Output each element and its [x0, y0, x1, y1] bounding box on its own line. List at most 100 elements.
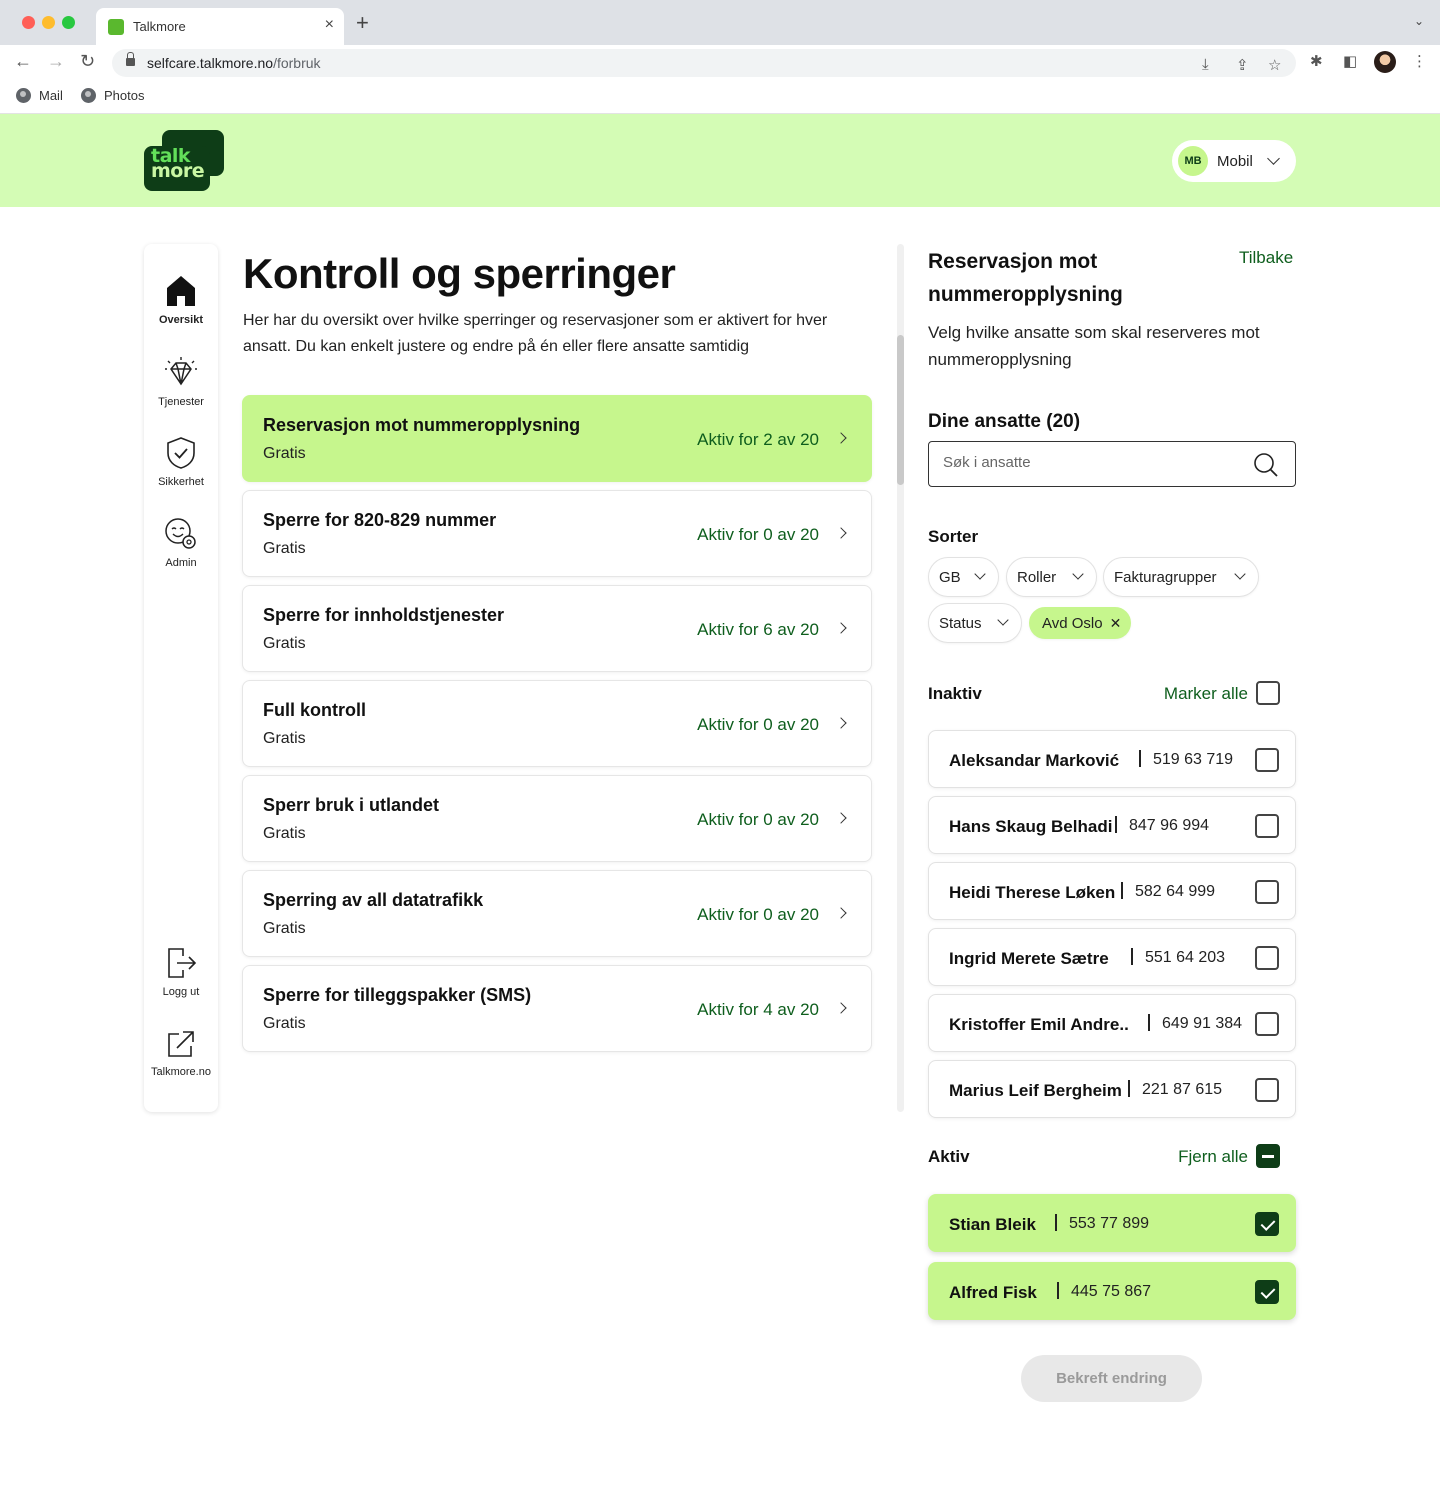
employee-checkbox[interactable]	[1255, 1012, 1279, 1036]
scrollbar-thumb[interactable]	[897, 335, 904, 485]
restriction-card-820-829[interactable]: Sperre for 820-829 nummer Gratis Aktiv f…	[242, 490, 872, 577]
select-all-link[interactable]: Marker alle	[1120, 684, 1248, 704]
employee-checkbox[interactable]	[1255, 748, 1279, 772]
maximize-window-button[interactable]	[62, 16, 75, 29]
logo-text-more: more	[151, 160, 205, 182]
chevron-right-icon	[835, 717, 847, 729]
reload-icon[interactable]: ↻	[80, 51, 95, 72]
restriction-card-utlandet[interactable]: Sperr bruk i utlandet Gratis Aktiv for 0…	[242, 775, 872, 862]
employee-checkbox[interactable]	[1255, 1212, 1279, 1236]
restriction-price: Gratis	[263, 1015, 306, 1032]
filter-roller[interactable]: Roller	[1006, 557, 1097, 597]
shield-icon	[167, 437, 195, 469]
employee-phone: 553 77 899	[1069, 1215, 1150, 1232]
restriction-card-full-kontroll[interactable]: Full kontroll Gratis Aktiv for 0 av 20	[242, 680, 872, 767]
sidebar-item-label: Talkmore.no	[151, 1066, 211, 1078]
side-panel-icon[interactable]: ◧	[1343, 52, 1357, 70]
restriction-price: Gratis	[263, 635, 306, 652]
account-initials-badge: MB	[1178, 146, 1208, 176]
bookmark-label: Photos	[104, 88, 145, 103]
employee-name: Hans Skaug Belhadi	[949, 817, 1113, 836]
employee-checkbox[interactable]	[1255, 946, 1279, 970]
url-path: /forbruk	[273, 55, 321, 71]
account-switcher[interactable]: MB Mobil	[1172, 140, 1296, 182]
profile-avatar[interactable]	[1374, 51, 1396, 73]
minimize-window-button[interactable]	[42, 16, 55, 29]
new-tab-icon[interactable]: +	[356, 12, 369, 34]
filter-fakturagrupper[interactable]: Fakturagrupper	[1103, 557, 1259, 597]
sidebar-item-oversikt[interactable]: Oversikt	[144, 274, 218, 326]
restriction-status: Aktiv for 0 av 20	[697, 525, 819, 544]
tab-close-icon[interactable]: ×	[325, 16, 334, 34]
filter-status[interactable]: Status	[928, 603, 1022, 643]
chevron-down-icon	[1266, 152, 1280, 165]
separator	[1121, 882, 1123, 899]
url-text: selfcare.talkmore.no/forbruk	[147, 55, 321, 71]
employee-row[interactable]: Ingrid Merete Sætre 551 64 203	[928, 928, 1296, 986]
home-icon	[167, 276, 195, 306]
share-icon[interactable]: ⇪	[1236, 56, 1249, 74]
employee-checkbox[interactable]	[1255, 814, 1279, 838]
search-icon[interactable]	[1253, 452, 1279, 478]
employee-checkbox[interactable]	[1255, 1078, 1279, 1102]
chevron-right-icon	[835, 812, 847, 824]
back-arrow-icon[interactable]: ←	[14, 51, 32, 72]
browser-tab[interactable]: Talkmore ×	[96, 8, 344, 45]
restriction-card-tilleggspakker[interactable]: Sperre for tilleggspakker (SMS) Gratis A…	[242, 965, 872, 1052]
sidebar-item-label: Tjenester	[158, 396, 204, 408]
sidebar-item-logg-ut[interactable]: Logg ut	[144, 946, 218, 998]
back-link[interactable]: Tilbake	[1239, 248, 1293, 268]
sidebar-item-tjenester[interactable]: Tjenester	[144, 356, 218, 408]
close-window-button[interactable]	[22, 16, 35, 29]
filter-label: Status	[939, 614, 982, 632]
filter-label: GB	[939, 568, 961, 586]
restriction-card-innholdstjenester[interactable]: Sperre for innholdstjenester Gratis Akti…	[242, 585, 872, 672]
employee-checkbox[interactable]	[1255, 880, 1279, 904]
restriction-status: Aktiv for 2 av 20	[697, 430, 819, 449]
bookmark-mail[interactable]: Mail	[16, 88, 63, 103]
employee-row[interactable]: Alfred Fisk 445 75 867	[928, 1262, 1296, 1320]
install-icon[interactable]: ⤓	[1202, 56, 1209, 73]
chevron-down-icon	[974, 568, 986, 580]
remove-all-link[interactable]: Fjern alle	[1120, 1147, 1248, 1167]
page-description: Her har du oversikt over hvilke sperring…	[243, 312, 828, 355]
active-filter-avd-oslo[interactable]: Avd Oslo ✕	[1029, 607, 1131, 639]
remove-all-checkbox[interactable]	[1256, 1144, 1280, 1168]
address-bar[interactable]: selfcare.talkmore.no/forbruk ⤓ ⇪ ☆	[112, 49, 1296, 77]
bookmark-photos[interactable]: Photos	[81, 88, 144, 103]
employee-phone: 582 64 999	[1135, 883, 1216, 900]
restriction-card-reservasjon[interactable]: Reservasjon mot nummeropplysning Gratis …	[242, 395, 872, 482]
close-icon[interactable]: ✕	[1110, 615, 1122, 632]
employee-phone: 847 96 994	[1129, 817, 1210, 834]
bookmark-star-icon[interactable]: ☆	[1268, 56, 1281, 74]
sidebar-item-sikkerhet[interactable]: Sikkerhet	[144, 436, 218, 488]
separator	[1128, 1080, 1130, 1097]
talkmore-logo[interactable]: talk more	[144, 130, 224, 191]
sidebar-item-label: Admin	[165, 557, 197, 569]
chevron-right-icon	[835, 907, 847, 919]
sidebar-item-talkmore-no[interactable]: Talkmore.no	[144, 1028, 218, 1078]
chevron-down-icon	[997, 614, 1009, 626]
employee-row[interactable]: Marius Leif Bergheim 221 87 615	[928, 1060, 1296, 1118]
restriction-status: Aktiv for 0 av 20	[697, 810, 819, 829]
filter-gb[interactable]: GB	[928, 557, 999, 597]
restriction-status: Aktiv for 6 av 20	[697, 620, 819, 639]
tab-search-chevron-icon[interactable]: ⌄	[1414, 14, 1424, 28]
employee-search	[928, 441, 1296, 487]
employee-row[interactable]: Kristoffer Emil Andre.. 649 91 384	[928, 994, 1296, 1052]
employee-row[interactable]: Stian Bleik 553 77 899	[928, 1194, 1296, 1252]
confirm-change-button[interactable]: Bekreft endring	[1021, 1355, 1202, 1402]
select-all-checkbox[interactable]	[1256, 681, 1280, 705]
employee-row[interactable]: Hans Skaug Belhadi 847 96 994	[928, 796, 1296, 854]
employee-row[interactable]: Heidi Therese Løken 582 64 999	[928, 862, 1296, 920]
employee-search-input[interactable]	[943, 454, 1243, 471]
forward-arrow-icon[interactable]: →	[47, 51, 65, 72]
employee-row[interactable]: Aleksandar Marković 519 63 719	[928, 730, 1296, 788]
sidebar-item-admin[interactable]: Admin	[144, 517, 218, 569]
employee-checkbox[interactable]	[1255, 1280, 1279, 1304]
extensions-puzzle-icon[interactable]: ✱	[1310, 52, 1323, 70]
restriction-title: Reservasjon mot nummeropplysning	[263, 415, 581, 435]
browser-menu-icon[interactable]: ⋮	[1412, 52, 1427, 70]
restriction-card-datatrafikk[interactable]: Sperring av all datatrafikk Gratis Aktiv…	[242, 870, 872, 957]
restriction-price: Gratis	[263, 825, 306, 842]
